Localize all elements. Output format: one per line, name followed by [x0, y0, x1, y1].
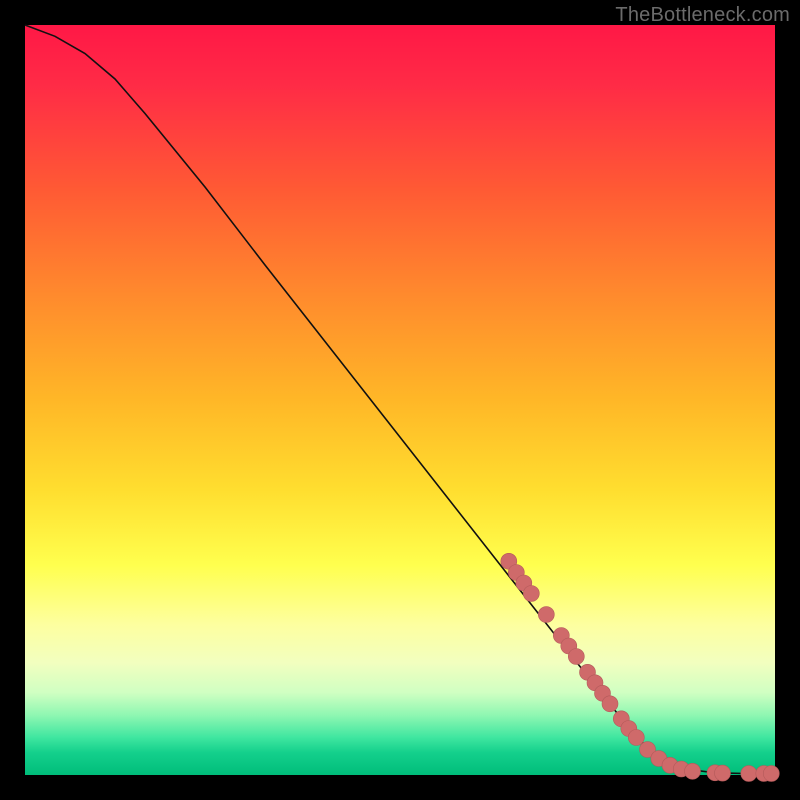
- chart-marker: [568, 649, 584, 665]
- chart-marker: [628, 730, 644, 746]
- chart-overlay: [25, 25, 775, 775]
- chart-marker: [763, 766, 779, 782]
- chart-frame: TheBottleneck.com: [0, 0, 800, 800]
- chart-marker: [523, 586, 539, 602]
- chart-marker: [685, 763, 701, 779]
- chart-marker: [715, 765, 731, 781]
- chart-marker: [538, 607, 554, 623]
- chart-marker: [602, 696, 618, 712]
- attribution-label: TheBottleneck.com: [615, 4, 790, 27]
- chart-marker: [741, 766, 757, 782]
- chart-markers: [501, 553, 780, 781]
- chart-curve: [25, 25, 775, 774]
